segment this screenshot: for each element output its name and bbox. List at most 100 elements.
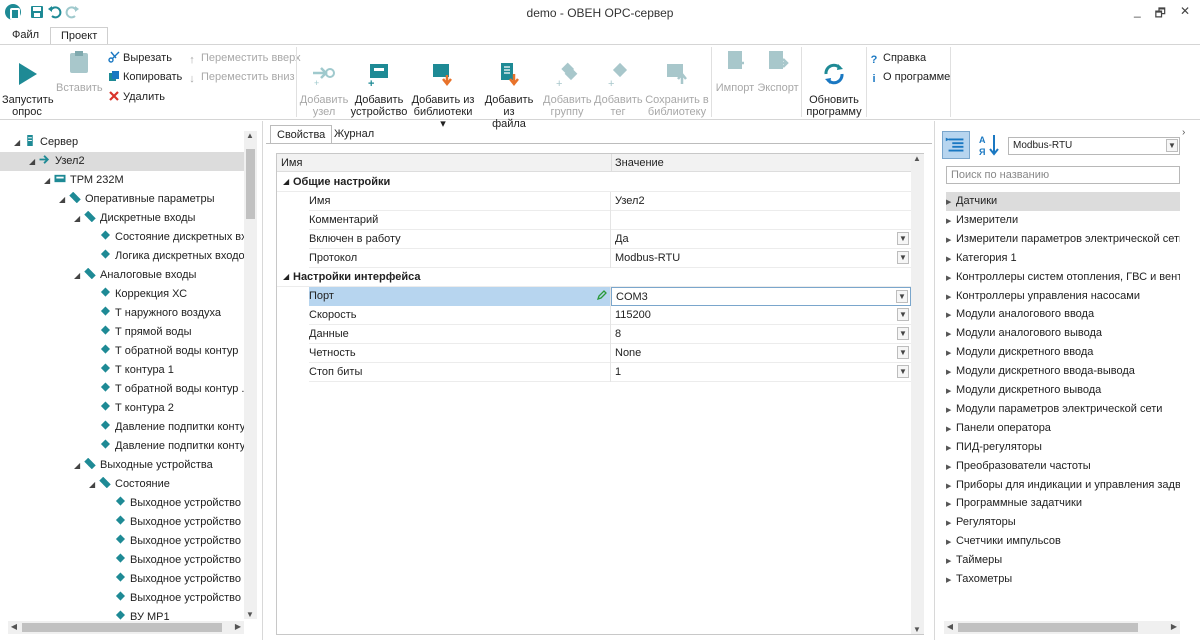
library-category[interactable]: ▶ Модули дискретного вывода: [946, 381, 1180, 400]
chevron-down-icon[interactable]: ▼: [897, 327, 909, 340]
tab-project[interactable]: Проект: [50, 27, 109, 45]
property-value[interactable]: 115200 ▼: [611, 306, 911, 325]
library-search-input[interactable]: Поиск по названию: [946, 166, 1180, 184]
category-collapse-icon[interactable]: ◢: [283, 268, 289, 286]
property-value[interactable]: COM3 ▼: [611, 287, 911, 306]
property-category[interactable]: ◢ Общие настройки: [277, 173, 911, 192]
chevron-down-icon[interactable]: ▼: [897, 346, 909, 359]
tree-node[interactable]: Т контура 1: [0, 361, 244, 380]
tab-properties[interactable]: Свойства: [270, 125, 333, 144]
property-row[interactable]: Скорость 115200 ▼: [277, 306, 911, 325]
tree-node[interactable]: ◢ ТРМ 232М: [0, 171, 244, 190]
library-category[interactable]: ▶ Тахометры: [946, 570, 1180, 589]
library-category[interactable]: ▶ Модули параметров электрической сети: [946, 400, 1180, 419]
category-collapse-icon[interactable]: ◢: [283, 173, 289, 191]
library-category[interactable]: ▶ Модули дискретного ввода: [946, 343, 1180, 362]
library-category[interactable]: ▶ Преобразователи частоты: [946, 457, 1180, 476]
chevron-down-icon[interactable]: ▼: [897, 232, 909, 245]
tree-node[interactable]: ◢ Аналоговые входы: [0, 266, 244, 285]
library-category[interactable]: ▶ ПИД-регуляторы: [946, 438, 1180, 457]
tree-node[interactable]: Т обратной воды контур: [0, 342, 244, 361]
property-value[interactable]: 1 ▼: [611, 363, 911, 382]
export-button[interactable]: Экспорт: [756, 49, 800, 94]
library-category[interactable]: ▶ Измерители: [946, 211, 1180, 230]
library-category[interactable]: ▶ Контроллеры управления насосами: [946, 287, 1180, 306]
library-category[interactable]: ▶ Таймеры: [946, 551, 1180, 570]
property-row[interactable]: Комментарий: [277, 211, 911, 230]
library-category[interactable]: ▶ Контроллеры систем отопления, ГВС и вен…: [946, 268, 1180, 287]
grid-vertical-scrollbar[interactable]: ▲ ▼: [911, 154, 924, 634]
paste-button[interactable]: Вставить: [56, 49, 103, 94]
property-row[interactable]: Данные 8 ▼: [277, 325, 911, 344]
tree-node[interactable]: Выходное устройство: [0, 494, 244, 513]
tree-node[interactable]: Т контура 2: [0, 399, 244, 418]
property-row[interactable]: Включен в работу Да ▼: [277, 230, 911, 249]
tree-node[interactable]: Т обратной воды контур .: [0, 380, 244, 399]
tree-node[interactable]: Т наружного воздуха: [0, 304, 244, 323]
about-button[interactable]: i О программе: [868, 69, 950, 85]
category-view-icon[interactable]: [942, 131, 970, 159]
library-category[interactable]: ▶ Категория 1: [946, 249, 1180, 268]
property-value[interactable]: Modbus-RTU ▼: [611, 249, 911, 268]
library-category[interactable]: ▶ Датчики: [946, 192, 1180, 211]
tree-expander-icon[interactable]: ◢: [14, 133, 24, 152]
sort-alpha-icon[interactable]: AЯ: [976, 131, 1004, 159]
add-from-library-button[interactable]: Добавить из библиотеки ▾: [410, 49, 476, 130]
library-category[interactable]: ▶ Модули аналогового ввода: [946, 305, 1180, 324]
property-category[interactable]: ◢ Настройки интерфейса: [277, 268, 911, 287]
tree-expander-icon[interactable]: ◢: [59, 190, 69, 209]
tree-node[interactable]: Т прямой воды: [0, 323, 244, 342]
library-category[interactable]: ▶ Модули дискретного ввода-вывода: [946, 362, 1180, 381]
tree-node[interactable]: Выходное устройство: [0, 532, 244, 551]
tree-node[interactable]: Коррекция ХС: [0, 285, 244, 304]
property-value[interactable]: 8 ▼: [611, 325, 911, 344]
tree-node[interactable]: Выходное устройство: [0, 589, 244, 608]
copy-button[interactable]: Копировать: [108, 69, 182, 85]
tree-node[interactable]: Выходное устройство: [0, 551, 244, 570]
cut-button[interactable]: Вырезать: [108, 50, 172, 66]
library-category[interactable]: ▶ Приборы для индикации и управления задв…: [946, 476, 1180, 495]
update-program-button[interactable]: Обновить программу: [804, 49, 864, 118]
tree-node[interactable]: ◢ Дискретные входы: [0, 209, 244, 228]
library-category[interactable]: ▶ Программные задатчики: [946, 494, 1180, 513]
property-value[interactable]: None ▼: [611, 344, 911, 363]
tree-node[interactable]: ◢ Оперативные параметры: [0, 190, 244, 209]
tree-expander-icon[interactable]: ◢: [29, 152, 39, 171]
tree-expander-icon[interactable]: ◢: [74, 266, 84, 285]
add-tag-button[interactable]: + Добавить тег: [594, 49, 643, 118]
help-button[interactable]: ? Справка: [868, 50, 927, 66]
add-from-file-button[interactable]: Добавить из файла: [478, 49, 540, 130]
tree-node[interactable]: Выходное устройство: [0, 513, 244, 532]
close-button[interactable]: ✕: [1180, 4, 1190, 25]
tree-vertical-scrollbar[interactable]: ▲ ▼: [244, 131, 257, 619]
tree-expander-icon[interactable]: ◢: [74, 456, 84, 475]
tree-node[interactable]: ◢ Выходные устройства: [0, 456, 244, 475]
property-value[interactable]: [611, 211, 911, 230]
tree-node[interactable]: ◢ Сервер: [0, 133, 244, 152]
library-horizontal-scrollbar[interactable]: ◀ ▶: [944, 621, 1180, 634]
property-value[interactable]: Да ▼: [611, 230, 911, 249]
collapse-panel-icon[interactable]: ›: [1182, 127, 1185, 138]
chevron-down-icon[interactable]: ▼: [897, 251, 909, 264]
tree-node[interactable]: Выходное устройство: [0, 570, 244, 589]
tab-file[interactable]: Файл: [2, 27, 49, 45]
tree-node[interactable]: Давление подпитки конту: [0, 418, 244, 437]
tree-node[interactable]: ◢ Узел2: [0, 152, 244, 171]
save-to-library-button[interactable]: Сохранить в библиотеку: [645, 49, 709, 118]
restore-button[interactable]: 🗗: [1155, 4, 1166, 25]
add-device-button[interactable]: + Добавить устройство: [350, 49, 408, 118]
property-value[interactable]: Узел2: [611, 192, 911, 211]
tree-expander-icon[interactable]: ◢: [89, 475, 99, 494]
move-down-button[interactable]: ↓ Переместить вниз: [186, 69, 294, 85]
minimize-button[interactable]: _: [1134, 4, 1141, 25]
start-poll-button[interactable]: Запустить опрос: [2, 49, 54, 118]
property-row[interactable]: Порт COM3 ▼: [277, 287, 911, 306]
delete-button[interactable]: Удалить: [108, 89, 165, 105]
add-node-button[interactable]: + Добавить узел: [298, 49, 350, 118]
add-group-button[interactable]: + Добавить группу: [543, 49, 592, 118]
property-row[interactable]: Протокол Modbus-RTU ▼: [277, 249, 911, 268]
property-row[interactable]: Имя Узел2: [277, 192, 911, 211]
chevron-down-icon[interactable]: ▼: [897, 308, 909, 321]
tree-horizontal-scrollbar[interactable]: ◀ ▶: [8, 621, 244, 634]
chevron-down-icon[interactable]: ▼: [896, 290, 908, 303]
